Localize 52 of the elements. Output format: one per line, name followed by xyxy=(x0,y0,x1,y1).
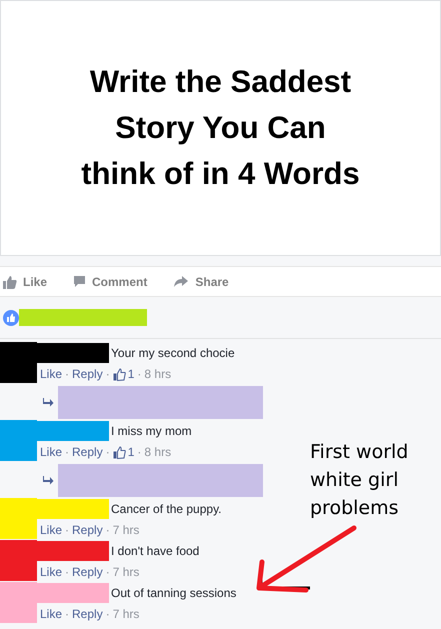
separator-dot: · xyxy=(137,444,142,461)
comment-time: 7 hrs xyxy=(112,522,140,539)
thumbs-up-icon xyxy=(112,368,126,380)
separator-dot: · xyxy=(65,522,70,539)
separator-dot: · xyxy=(106,522,110,539)
separator-dot: · xyxy=(65,564,70,581)
comment-link[interactable]: Like xyxy=(40,605,62,623)
redaction-bar xyxy=(37,499,109,519)
reply-arrow-icon xyxy=(43,398,54,406)
share-arrow-icon xyxy=(173,275,190,288)
comment-text: Out of tanning sessions xyxy=(111,585,236,602)
share-button[interactable]: Share xyxy=(173,272,229,290)
comment-time: 8 hrs xyxy=(144,366,172,383)
thumbs-up-icon xyxy=(112,446,126,458)
separator-dot: · xyxy=(137,366,142,383)
comment-time: 7 hrs xyxy=(112,606,140,623)
comment-link[interactable]: Reply xyxy=(72,443,103,461)
comment-time: 8 hrs xyxy=(144,444,172,461)
comment-link[interactable]: Reply xyxy=(72,563,103,581)
comment-text: Your my second chocie xyxy=(111,345,235,362)
separator-dot: · xyxy=(65,366,70,383)
image-title: Write the Saddest Story You Can think of in 4 Words xyxy=(80,63,361,193)
redaction-bar xyxy=(37,541,109,561)
comment-button[interactable]: Comment xyxy=(73,272,148,290)
redaction-bar xyxy=(37,583,109,603)
like-button[interactable]: Like xyxy=(3,272,48,290)
redaction-bar xyxy=(37,343,109,363)
comment-link[interactable]: Like xyxy=(40,521,62,539)
reply-arrow-icon xyxy=(43,476,54,484)
comment-text: I don't have food xyxy=(111,543,200,560)
comment-link[interactable]: Like xyxy=(40,563,62,581)
redaction-bar xyxy=(37,421,109,441)
separator-dot: · xyxy=(106,366,110,383)
like-count: 1 xyxy=(128,366,134,383)
comment-link[interactable]: Reply xyxy=(72,365,103,383)
comment-time: 7 hrs xyxy=(112,564,140,581)
comment-link[interactable]: Like xyxy=(40,443,62,461)
separator-dot: · xyxy=(106,606,110,623)
comment-text: I miss my mom xyxy=(111,423,192,440)
separator-dot: · xyxy=(106,444,110,461)
comment-text: Cancer of the puppy. xyxy=(111,501,222,518)
like-count: 1 xyxy=(128,444,134,461)
comment-link[interactable]: Reply xyxy=(72,521,103,539)
separator-dot: · xyxy=(106,564,110,581)
like-reaction-icon xyxy=(3,310,19,326)
thumbs-up-icon xyxy=(3,274,17,288)
annotation-text: First world white girl problems xyxy=(310,440,410,521)
separator-dot: · xyxy=(65,606,70,623)
separator-dot: · xyxy=(65,444,70,461)
speech-bubble-icon xyxy=(73,275,86,288)
comment-link[interactable]: Reply xyxy=(72,605,103,623)
comment-link[interactable]: Like xyxy=(40,365,62,383)
